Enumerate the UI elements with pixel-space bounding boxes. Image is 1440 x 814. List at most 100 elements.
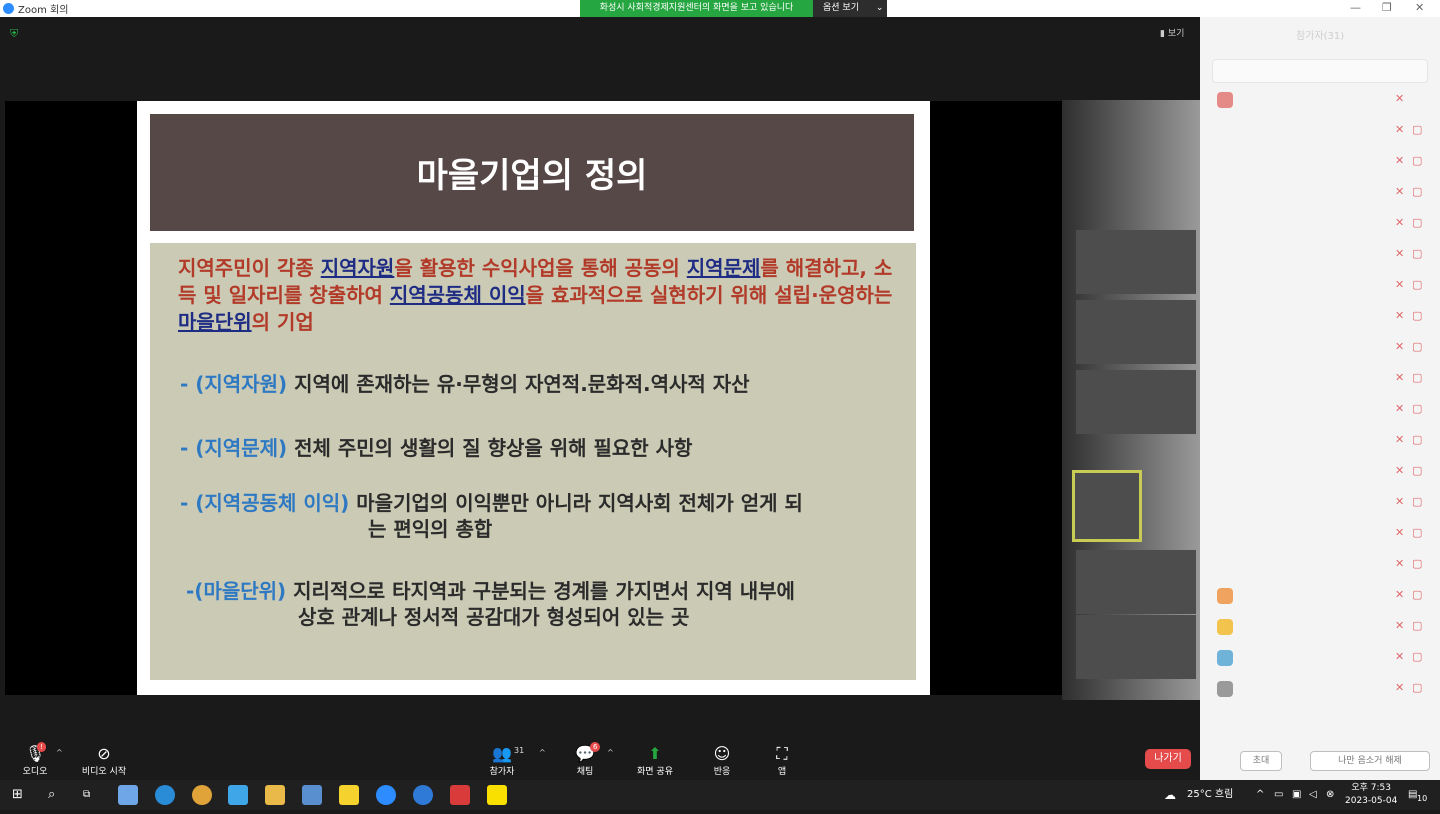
leave-button[interactable]: 나가기 bbox=[1145, 749, 1191, 769]
slide-body: 지역주민이 각종 지역자원을 활용한 수익사업을 통해 공동의 지역문제를 해결… bbox=[150, 243, 916, 680]
item-text: 지리적으로 타지역과 구분되는 경계를 가지면서 지역 내부에 bbox=[286, 579, 795, 603]
weather-text[interactable]: 25°C 흐림 bbox=[1187, 780, 1233, 810]
item-text: 전체 주민의 생활의 질 향상을 위해 필요한 사항 bbox=[287, 436, 693, 460]
avatar bbox=[1217, 619, 1233, 635]
video-label: 비디오 시작 bbox=[81, 767, 127, 777]
view-layout-button[interactable]: ▮ 보기 bbox=[1160, 26, 1184, 39]
participant-row[interactable]: ✕ ▢ bbox=[1212, 645, 1426, 671]
mic-muted-icon: ✕ bbox=[1395, 154, 1405, 167]
participants-caret-icon[interactable]: ^ bbox=[539, 748, 546, 757]
video-off-icon: ▢ bbox=[1412, 526, 1423, 539]
mic-muted-icon: ✕ bbox=[1395, 495, 1405, 508]
mic-muted-icon: ✕ bbox=[1395, 123, 1405, 136]
participants-panel: 참가자(31) ✕ ✕ ▢ ✕ ▢ ✕ ▢ ✕ ▢ ✕ ▢ ✕ ▢ ✕ ▢ ✕ ▢ ✕ ▢ ✕ ▢ … bbox=[1200, 17, 1440, 780]
mic-muted-icon: ✕ bbox=[1395, 433, 1405, 446]
participant-row[interactable]: ✕ bbox=[1212, 87, 1426, 113]
participant-row[interactable]: ✕ ▢ bbox=[1212, 459, 1426, 485]
avatar bbox=[1217, 588, 1233, 604]
audio-button[interactable]: 🎙 오디오 ! bbox=[0, 740, 70, 780]
participant-row[interactable]: ✕ ▢ bbox=[1212, 676, 1426, 702]
internet-explorer-icon[interactable] bbox=[413, 785, 433, 805]
security-shield-icon[interactable]: ⛨ bbox=[10, 27, 18, 41]
task-view-icon[interactable]: ⧉ bbox=[83, 780, 90, 810]
participant-row[interactable]: ✕ ▢ bbox=[1212, 428, 1426, 454]
participant-row[interactable]: ✕ ▢ bbox=[1212, 118, 1426, 144]
item-label: - (지역공동체 이익) bbox=[180, 491, 350, 515]
weather-cloud-icon: ☁ bbox=[1164, 788, 1176, 802]
video-thumbnail[interactable] bbox=[1076, 550, 1196, 614]
invite-button[interactable]: 초대 bbox=[1240, 751, 1282, 771]
definition-text: 을 효과적으로 실현하기 위해 설립·운영하는 bbox=[525, 283, 893, 307]
item-village-unit-cont: 상호 관계나 정서적 공감대가 형성되어 있는 곳 bbox=[298, 605, 690, 629]
share-screen-button[interactable]: ⬆ 화면 공유 bbox=[620, 740, 690, 780]
app-icon[interactable] bbox=[450, 785, 470, 805]
video-off-icon: ▢ bbox=[1412, 557, 1423, 570]
participants-button[interactable]: 👥 참가자 31 bbox=[467, 740, 537, 780]
edge-icon[interactable] bbox=[155, 785, 175, 805]
chat-label: 채팅 bbox=[576, 767, 594, 777]
participant-row[interactable]: ✕ ▢ bbox=[1212, 490, 1426, 516]
start-video-button[interactable]: ⊘ 비디오 시작 bbox=[69, 740, 139, 780]
minimize-button[interactable]: — bbox=[1350, 1, 1361, 14]
participants-icon: 👥 bbox=[492, 744, 512, 763]
zoom-app-icon[interactable] bbox=[376, 785, 396, 805]
mic-muted-icon: ✕ bbox=[1395, 92, 1405, 105]
video-thumbnail[interactable] bbox=[1076, 300, 1196, 364]
chrome-icon[interactable] bbox=[192, 785, 212, 805]
network-icon[interactable]: ▭ bbox=[1274, 780, 1283, 810]
participant-row[interactable]: ✕ ▢ bbox=[1212, 335, 1426, 361]
app-icon[interactable] bbox=[228, 785, 248, 805]
avatar bbox=[1217, 681, 1233, 697]
avatar bbox=[1217, 92, 1233, 108]
kakaotalk-icon[interactable] bbox=[487, 785, 507, 805]
view-options-button[interactable]: 옵션 보기 ⌄ bbox=[813, 0, 887, 17]
view-options-label: 옵션 보기 bbox=[823, 3, 859, 13]
system-clock[interactable]: 오후 7:53 2023-05-04 bbox=[1345, 782, 1397, 808]
video-gallery bbox=[1062, 100, 1200, 700]
chat-button[interactable]: 💬 채팅 6 bbox=[550, 740, 620, 780]
participant-row[interactable]: ✕ ▢ bbox=[1212, 366, 1426, 392]
search-icon[interactable]: ⌕ bbox=[48, 780, 55, 810]
item-text: 마을기업의 이익뿐만 아니라 지역사회 전체가 얻게 되 bbox=[349, 491, 803, 515]
mic-muted-icon: ✕ bbox=[1395, 309, 1405, 322]
video-thumbnail[interactable] bbox=[1076, 370, 1196, 434]
maximize-button[interactable]: ❐ bbox=[1382, 1, 1392, 14]
apps-button[interactable]: ⛶ 앱 bbox=[747, 740, 817, 780]
participant-row[interactable]: ✕ ▢ bbox=[1212, 521, 1426, 547]
participant-row[interactable]: ✕ ▢ bbox=[1212, 614, 1426, 640]
video-thumbnail[interactable] bbox=[1076, 615, 1196, 679]
video-off-icon: ▢ bbox=[1412, 402, 1423, 415]
participant-row[interactable]: ✕ ▢ bbox=[1212, 552, 1426, 578]
zoom-logo-icon bbox=[3, 3, 14, 14]
mic-tray-icon[interactable]: ⊗ bbox=[1326, 780, 1334, 810]
participant-row[interactable]: ✕ ▢ bbox=[1212, 242, 1426, 268]
participant-row[interactable]: ✕ ▢ bbox=[1212, 180, 1426, 206]
display-icon[interactable]: ▣ bbox=[1292, 780, 1301, 810]
windows-start-icon[interactable]: ⊞ bbox=[12, 780, 23, 810]
chat-caret-icon[interactable]: ^ bbox=[607, 748, 614, 757]
audio-caret-icon[interactable]: ^ bbox=[56, 748, 63, 757]
tray-chevron-icon[interactable]: ^ bbox=[1256, 780, 1264, 810]
participant-row[interactable]: ✕ ▢ bbox=[1212, 304, 1426, 330]
item-community-benefit: - (지역공동체 이익) 마을기업의 이익뿐만 아니라 지역사회 전체가 얻게 … bbox=[180, 490, 803, 516]
participant-row[interactable]: ✕ ▢ bbox=[1212, 273, 1426, 299]
participant-row[interactable]: ✕ ▢ bbox=[1212, 149, 1426, 175]
video-thumbnail[interactable] bbox=[1076, 230, 1196, 294]
store-icon[interactable] bbox=[118, 785, 138, 805]
unmute-me-button[interactable]: 나만 음소거 해제 bbox=[1310, 751, 1430, 771]
volume-icon[interactable]: ◁ bbox=[1309, 780, 1317, 810]
mic-muted-icon: ✕ bbox=[1395, 588, 1405, 601]
sticky-notes-icon[interactable] bbox=[339, 785, 359, 805]
mic-muted-icon: ✕ bbox=[1395, 340, 1405, 353]
close-button[interactable]: ✕ bbox=[1415, 1, 1424, 14]
item-community-benefit-cont: 는 편익의 총합 bbox=[368, 517, 493, 541]
definition-keyword: 지역문제 bbox=[686, 256, 761, 280]
participant-row[interactable]: ✕ ▢ bbox=[1212, 211, 1426, 237]
active-speaker-thumbnail[interactable] bbox=[1072, 470, 1142, 542]
app-icon[interactable] bbox=[302, 785, 322, 805]
file-explorer-icon[interactable] bbox=[265, 785, 285, 805]
participant-row[interactable]: ✕ ▢ bbox=[1212, 397, 1426, 423]
participant-row[interactable]: ✕ ▢ bbox=[1212, 583, 1426, 609]
definition-keyword: 마을단위 bbox=[178, 310, 252, 334]
participant-search-input[interactable] bbox=[1212, 59, 1428, 83]
